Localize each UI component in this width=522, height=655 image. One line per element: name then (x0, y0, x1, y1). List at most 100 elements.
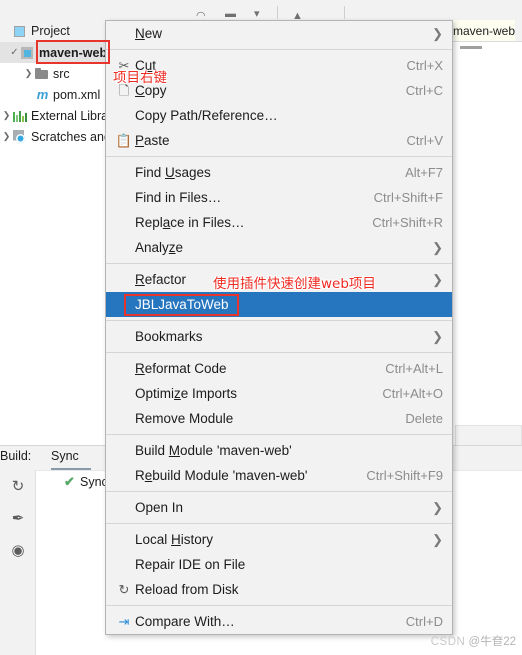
tree-item-label: maven-web (39, 45, 108, 60)
chevron-right-icon[interactable]: ❯ (22, 68, 35, 79)
menu-item-accelerator: Ctrl+Shift+F (373, 190, 443, 205)
tree-item-maven-web[interactable]: ✓ maven-web (0, 42, 116, 63)
menu-item-reformat-code[interactable]: Reformat Code Ctrl+Alt+L (106, 356, 452, 381)
menu-item-accelerator: Ctrl+V (406, 133, 443, 148)
menu-item-compare-with[interactable]: ⇥ Compare With… Ctrl+D (106, 609, 452, 634)
settings-chevron-icon[interactable]: ▾ (254, 9, 260, 20)
menu-item-accelerator: Ctrl+C (405, 83, 443, 98)
menu-item-refactor[interactable]: Refactor ❯ (106, 267, 452, 292)
menu-item-label: Reload from Disk (135, 582, 239, 597)
pin-icon[interactable]: ✒ (9, 510, 27, 528)
menu-item-accelerator: Ctrl+Alt+L (385, 361, 443, 376)
project-window-icon (14, 25, 25, 37)
chevron-right-icon[interactable]: ❯ (0, 131, 13, 142)
submenu-chevron-icon: ❯ (432, 329, 443, 344)
maven-icon: m (36, 86, 49, 102)
menu-item-new[interactable]: NNewew ❯ (106, 21, 452, 46)
menu-item-repair-ide-on-file[interactable]: Repair IDE on File (106, 552, 452, 577)
tree-item-scratches-consoles[interactable]: ❯ Scratches and Consoles (0, 126, 108, 147)
tree-item-external-libraries[interactable]: ❯ External Libraries (0, 105, 108, 126)
menu-item-jbljavatoweb[interactable]: JBLJavaToWeb (106, 292, 452, 317)
libraries-icon (13, 109, 28, 123)
ide-window: ◠ ▬ ▾ ▲ Project ✓ maven-web ❯ src m pom.… (0, 0, 522, 655)
tree-item-label: Scratches and Consoles (31, 129, 108, 144)
paste-icon: 📋 (115, 133, 133, 148)
menu-separator (106, 434, 452, 435)
submenu-chevron-icon: ❯ (432, 26, 443, 41)
menu-item-label: Remove Module (135, 411, 234, 426)
menu-item-label: Repair IDE on File (135, 557, 246, 572)
menu-item-label: Find in Files… (135, 190, 222, 205)
menu-item-find-usages[interactable]: Find Usages Alt+F7 (106, 160, 452, 185)
build-side-toolbar: ↻ ✒ ◉ (0, 470, 36, 655)
scratches-icon (13, 130, 28, 144)
minimize-icon[interactable]: ▬ (225, 9, 236, 20)
menu-item-analyze[interactable]: Analyze ❯ (106, 235, 452, 260)
menu-item-accelerator: Ctrl+D (405, 614, 443, 629)
toolbar-divider-2 (344, 6, 345, 19)
menu-item-label: Open In (135, 500, 184, 515)
build-panel-title: Build: (0, 449, 32, 463)
submenu-chevron-icon: ❯ (432, 500, 443, 515)
reload-icon: ↻ (118, 582, 130, 597)
menu-separator (106, 156, 452, 157)
menu-separator (106, 49, 452, 50)
menu-item-label: JBLJavaToWeb (135, 297, 229, 312)
submenu-chevron-icon: ❯ (432, 240, 443, 255)
build-tab-sync[interactable]: Sync (51, 449, 79, 463)
menu-separator (106, 491, 452, 492)
editor-tab-maven-web[interactable]: maven-web (453, 20, 516, 41)
menu-item-find-in-files[interactable]: Find in Files… Ctrl+Shift+F (106, 185, 452, 210)
menu-item-paste[interactable]: 📋 Paste Ctrl+V (106, 128, 452, 153)
build-success-icon: ✔ (64, 474, 75, 489)
menu-separator (106, 263, 452, 264)
menu-item-label: Compare With… (135, 614, 235, 629)
build-status-text: Sync (80, 475, 108, 489)
project-tool-window-header[interactable]: Project (0, 20, 108, 42)
module-icon (21, 46, 36, 60)
tool-window-toolbar: ◠ ▬ ▾ ▲ (0, 0, 522, 22)
menu-item-accelerator: Ctrl+Alt+O (382, 386, 443, 401)
menu-item-build-module[interactable]: Build Module 'maven-web' (106, 438, 452, 463)
chevron-right-icon[interactable]: ❯ (0, 110, 13, 121)
menu-separator (106, 523, 452, 524)
menu-item-copy[interactable]: 🗋 Copy Ctrl+C (106, 78, 452, 103)
menu-separator (106, 320, 452, 321)
project-tree-panel: ✓ maven-web ❯ src m pom.xml ❯ External L… (0, 42, 116, 445)
tree-item-label: pom.xml (53, 87, 101, 102)
menu-item-cut[interactable]: ✂ Cut Ctrl+X (106, 53, 452, 78)
context-menu[interactable]: NNewew ❯ ✂ Cut Ctrl+X 🗋 Copy Ctrl+C Copy… (105, 20, 453, 635)
menu-item-bookmarks[interactable]: Bookmarks ❯ (106, 324, 452, 349)
project-tool-window-label: Project (31, 24, 70, 38)
menu-separator (106, 352, 452, 353)
menu-item-optimize-imports[interactable]: Optimize Imports Ctrl+Alt+O (106, 381, 452, 406)
menu-item-label: Copy Path/Reference… (135, 108, 278, 123)
copy-icon: 🗋 (118, 83, 130, 98)
toolbar-divider (277, 6, 278, 19)
menu-item-local-history[interactable]: Local History ❯ (106, 527, 452, 552)
tree-item-label: External Libraries (31, 108, 108, 123)
rerun-icon[interactable]: ↻ (9, 478, 27, 496)
menu-item-replace-in-files[interactable]: Replace in Files… Ctrl+Shift+R (106, 210, 452, 235)
submenu-chevron-icon: ❯ (432, 272, 443, 287)
menu-item-accelerator: Ctrl+Shift+R (372, 215, 443, 230)
folder-icon (35, 67, 50, 81)
compare-icon: ⇥ (118, 614, 130, 629)
menu-item-accelerator: Ctrl+X (406, 58, 443, 73)
cut-icon: ✂ (118, 58, 130, 73)
menu-item-accelerator: Ctrl+Shift+F9 (366, 468, 443, 483)
menu-item-copy-path-reference[interactable]: Copy Path/Reference… (106, 103, 452, 128)
menu-item-rebuild-module[interactable]: Rebuild Module 'maven-web' Ctrl+Shift+F9 (106, 463, 452, 488)
editor-stub-panel-1 (455, 425, 522, 447)
menu-separator (106, 605, 452, 606)
tree-item-label: src (53, 66, 70, 81)
menu-item-reload-from-disk[interactable]: ↻ Reload from Disk (106, 577, 452, 602)
menu-item-accelerator: Delete (405, 411, 443, 426)
menu-item-label: Bookmarks (135, 329, 203, 344)
menu-item-remove-module[interactable]: Remove Module Delete (106, 406, 452, 431)
module-check-icon: ✓ (10, 47, 19, 58)
menu-item-open-in[interactable]: Open In ❯ (106, 495, 452, 520)
eye-icon[interactable]: ◉ (9, 542, 27, 560)
menu-item-accelerator: Alt+F7 (405, 165, 443, 180)
submenu-chevron-icon: ❯ (432, 532, 443, 547)
